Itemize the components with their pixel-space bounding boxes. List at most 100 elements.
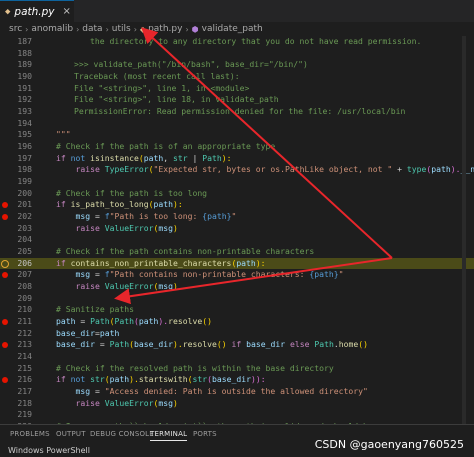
line-gutter[interactable]: 201 [0, 199, 40, 211]
code-line[interactable]: 188 [0, 48, 474, 60]
line-gutter[interactable]: 202 [0, 211, 40, 223]
code-editor[interactable]: 187 the directory to any directory that y… [0, 36, 474, 424]
code-line[interactable]: 187 the directory to any directory that y… [0, 36, 474, 48]
code-token: resolve [168, 316, 203, 327]
line-gutter[interactable]: 198 [0, 164, 40, 176]
line-gutter[interactable]: 190 [0, 71, 40, 83]
code-line[interactable]: 208 raise ValueError(msg) [0, 281, 474, 293]
breakpoint-icon[interactable] [2, 342, 8, 349]
line-gutter[interactable]: 193 [0, 106, 40, 118]
code-line[interactable]: 194 [0, 118, 474, 130]
code-text: # Check if the path contains non-printab… [56, 246, 314, 258]
close-icon[interactable]: × [63, 6, 71, 17]
breakpoint-icon[interactable] [2, 214, 8, 221]
line-gutter[interactable]: 211 [0, 316, 40, 328]
breakpoint-icon[interactable] [2, 319, 8, 326]
code-text: if not str(path).startswith(str(base_dir… [56, 374, 266, 386]
code-line[interactable]: 192 File "<string>", line 18, in validate… [0, 94, 474, 106]
code-line[interactable]: 217 msg = "Access denied: Path is outsid… [0, 386, 474, 398]
tab-debug-console[interactable]: DEBUG CONSOLE [90, 430, 154, 438]
line-gutter[interactable]: 187 [0, 36, 40, 48]
code-line[interactable]: 216 if not str(path).startswith(str(base_… [0, 374, 474, 386]
breadcrumb-item[interactable]: anomalib [31, 24, 73, 34]
code-line[interactable]: 189 >>> validate_path("/bin/bash", base_d… [0, 59, 474, 71]
breakpoint-icon[interactable] [2, 202, 8, 209]
code-line[interactable]: 215 # Check if the resolved path is withi… [0, 363, 474, 375]
code-line[interactable]: 219 [0, 409, 474, 421]
code-line[interactable]: 200 # Check if the path is too long [0, 188, 474, 200]
line-number: 187 [17, 36, 32, 46]
code-line[interactable]: 214 [0, 351, 474, 363]
line-gutter[interactable]: 192 [0, 94, 40, 106]
line-gutter[interactable]: 217 [0, 386, 40, 398]
line-gutter[interactable]: 216 [0, 374, 40, 386]
code-line[interactable]: 202 msg = f"Path is too long: {path}" [0, 211, 474, 223]
breakpoint-icon[interactable] [2, 272, 8, 279]
code-line[interactable]: 197 if not isinstance(path, str | Path): [0, 153, 474, 165]
line-gutter[interactable]: 219 [0, 409, 40, 421]
line-gutter[interactable]: 208 [0, 281, 40, 293]
code-line[interactable]: 198 raise TypeError("Expected str, bytes… [0, 164, 474, 176]
breadcrumb-item[interactable]: src [9, 24, 22, 34]
code-line[interactable]: 205 # Check if the path contains non-prin… [0, 246, 474, 258]
line-number: 208 [17, 281, 32, 292]
breadcrumb-file[interactable]: path.py [148, 24, 182, 34]
code-line[interactable]: 201 if is_path_too_long(path): [0, 199, 474, 211]
line-gutter[interactable]: 215 [0, 363, 40, 375]
line-gutter[interactable]: 213 [0, 339, 40, 351]
code-token: = [99, 339, 110, 350]
line-gutter[interactable]: 199 [0, 176, 40, 188]
breadcrumb-symbol[interactable]: validate_path [202, 24, 263, 34]
code-line[interactable]: 204 [0, 234, 474, 246]
line-gutter[interactable]: 195 [0, 129, 40, 141]
current-breakpoint-icon[interactable] [1, 259, 9, 268]
tab-path-py[interactable]: ◆ path.py × [0, 0, 74, 22]
code-line[interactable]: 195 """ [0, 129, 474, 141]
code-line[interactable]: 218 raise ValueError(msg) [0, 398, 474, 410]
line-gutter[interactable]: 218 [0, 398, 40, 410]
line-gutter[interactable]: 191 [0, 83, 40, 95]
code-line[interactable]: 211 path = Path(Path(path).resolve() [0, 316, 474, 328]
line-gutter[interactable]: 207 [0, 269, 40, 281]
line-gutter[interactable]: 209 [0, 293, 40, 305]
code-token: msg [158, 397, 173, 408]
code-line[interactable]: 191 File "<string>", line 1, in <module> [0, 83, 474, 95]
tab-terminal[interactable]: TERMINAL [150, 430, 188, 441]
code-line[interactable]: 212 base_dir=path [0, 328, 474, 340]
line-gutter[interactable]: 212 [0, 328, 40, 340]
code-text: PermissionError: Read permission denied … [74, 106, 405, 118]
code-line[interactable]: 213 base_dir = Path(base_dir).resolve() i… [0, 339, 474, 351]
line-gutter[interactable]: 188 [0, 48, 40, 60]
line-gutter[interactable]: 206 [0, 258, 40, 270]
breadcrumb-item[interactable]: utils [112, 24, 131, 34]
line-gutter[interactable]: 189 [0, 59, 40, 71]
line-gutter[interactable]: 197 [0, 153, 40, 165]
tab-output[interactable]: OUTPUT [56, 430, 86, 438]
line-gutter[interactable]: 204 [0, 234, 40, 246]
line-gutter[interactable]: 200 [0, 188, 40, 200]
terminal-output[interactable]: Windows PowerShell [8, 446, 90, 455]
line-gutter[interactable]: 196 [0, 141, 40, 153]
code-line[interactable]: 210 # Sanitize paths [0, 304, 474, 316]
tab-ports[interactable]: PORTS [193, 430, 217, 438]
code-line[interactable]: 206 if contains_non_printable_characters(… [0, 257, 474, 270]
code-line[interactable]: 207 msg = f"Path contains non-printable … [0, 269, 474, 281]
line-gutter[interactable]: 203 [0, 223, 40, 235]
line-gutter[interactable]: 205 [0, 246, 40, 258]
line-gutter[interactable]: 210 [0, 304, 40, 316]
breakpoint-icon[interactable] [2, 377, 8, 384]
breadcrumb-item[interactable]: data [82, 24, 102, 34]
code-token: Path [202, 152, 222, 163]
line-gutter[interactable]: 214 [0, 351, 40, 363]
line-number: 216 [17, 374, 32, 385]
code-line[interactable]: 196 # Check if the path is of an appropri… [0, 141, 474, 153]
line-gutter[interactable]: 194 [0, 118, 40, 130]
code-line[interactable]: 199 [0, 176, 474, 188]
code-line[interactable]: 190 Traceback (most recent call last): [0, 71, 474, 83]
code-token: )): [250, 374, 266, 385]
scrollbar[interactable] [462, 36, 466, 424]
tab-problems[interactable]: PROBLEMS [10, 430, 50, 438]
code-line[interactable]: 193 PermissionError: Read permission deni… [0, 106, 474, 118]
code-line[interactable]: 203 raise ValueError(msg) [0, 223, 474, 235]
code-line[interactable]: 209 [0, 293, 474, 305]
